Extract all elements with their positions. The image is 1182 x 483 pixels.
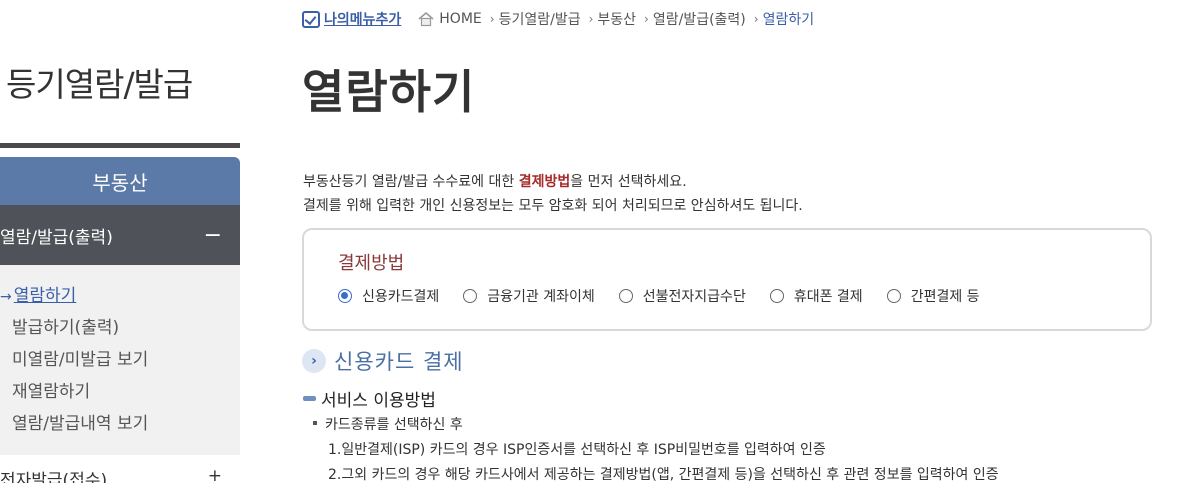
chevron-right-icon: › [644,12,649,26]
sidebar-title: 등기열람/발급 [6,65,193,104]
sidebar-category[interactable]: 부동산 [0,157,240,205]
usage-step: 1.일반결제(ISP) 카드의 경우 ISP인증서를 선택하신 후 ISP비밀번… [328,442,826,458]
payment-option-credit-card[interactable]: 신용카드결제 [338,286,439,306]
chevron-right-icon: › [588,12,594,26]
breadcrumb-current: 열람하기 [762,12,815,28]
add-my-menu-label: 나의메뉴추가 [324,12,402,28]
notice-emphasis: 결제방법 [518,174,571,190]
payment-option-easy-pay[interactable]: 간편결제 등 [886,286,980,306]
payment-option-label: 선불전자지급수단 [642,289,746,305]
checkmark-icon [302,10,320,28]
payment-notice: 부동산등기 열람/발급 수수료에 대한 결제방법을 먼저 선택하세요. 결제를 … [303,170,803,218]
payment-method-box: 결제방법 신용카드결제 금융기관 계좌이체 선불전자지급수단 휴대폰 결제 간편… [302,228,1152,331]
sidebar-item-view[interactable]: → 열람하기 [0,281,240,313]
usage-step: 2.그외 카드의 경우 해당 카드사에서 제공하는 결제방법(앱, 간편결제 등… [328,467,999,483]
payment-option-label: 신용카드결제 [362,289,440,305]
payment-option-label: 간편결제 등 [910,289,980,305]
sidebar-divider [0,143,240,148]
payment-option-prepaid[interactable]: 선불전자지급수단 [618,286,746,306]
usage-title: 서비스 이용방법 [321,391,436,411]
radio-button[interactable] [769,289,784,303]
breadcrumb: 나의메뉴추가 HOME › 등기열람/발급 › 부동산 › 열람/발급(출력) … [302,8,820,30]
chevron-right-icon: › [753,12,759,26]
section-title: 신용카드 결제 [334,350,464,374]
radio-button[interactable] [463,289,478,303]
bullet-icon [313,421,317,425]
usage-heading: 서비스 이용방법 [303,386,436,411]
sidebar-submenu-label: 열람/발급(출력) [0,227,113,248]
payment-option-label: 금융기관 계좌이체 [487,289,595,305]
breadcrumb-home[interactable]: HOME [439,11,481,27]
payment-option-bank-transfer[interactable]: 금융기관 계좌이체 [463,286,595,306]
sidebar-item-review[interactable]: 재열람하기 [0,377,240,409]
usage-intro: 카드종류를 선택하신 후 [313,414,999,438]
sidebar-item-label: 열람하기 [13,286,77,306]
payment-method-options: 신용카드결제 금융기관 계좌이체 선불전자지급수단 휴대폰 결제 간편결제 등 [338,286,1004,306]
expand-icon[interactable]: + [208,466,222,483]
sidebar-submenu-list: → 열람하기 발급하기(출력) 미열람/미발급 보기 재열람하기 열람/발급내역 … [0,265,240,455]
add-my-menu-button[interactable]: 나의메뉴추가 [302,9,401,29]
dash-icon [303,396,316,401]
section-heading: › 신용카드 결제 [302,346,464,376]
breadcrumb-view-issue[interactable]: 열람/발급(출력) [653,9,746,29]
sidebar-item-issue-print[interactable]: 발급하기(출력) [0,313,240,345]
payment-method-title: 결제방법 [338,253,405,274]
sidebar-item-e-issue[interactable]: 전자발급(접수) + [0,466,240,483]
radio-button[interactable] [338,289,352,303]
sidebar-item-label: 전자발급(접수) [0,471,108,483]
sidebar-item-unviewed[interactable]: 미열람/미발급 보기 [0,345,240,377]
notice-line-1: 부동산등기 열람/발급 수수료에 대한 결제방법을 먼저 선택하세요. [303,174,687,190]
usage-steps: 카드종류를 선택하신 후 1.일반결제(ISP) 카드의 경우 ISP인증서를 … [313,414,999,483]
notice-line-2: 결제를 위해 입력한 개인 신용정보는 모두 암호화 되어 처리되므로 안심하셔… [303,198,803,214]
home-icon [418,11,434,27]
radio-button[interactable] [618,289,633,303]
breadcrumb-real-estate[interactable]: 부동산 [597,9,636,29]
page-title: 열람하기 [302,65,476,119]
arrow-right-icon: → [0,289,12,305]
radio-button[interactable] [886,289,901,303]
breadcrumb-registry[interactable]: 등기열람/발급 [499,9,581,29]
sidebar-item-history[interactable]: 열람/발급내역 보기 [0,409,240,441]
chevron-right-circle-icon: › [302,349,326,373]
payment-option-label: 휴대폰 결제 [793,289,863,305]
sidebar-submenu-header[interactable]: 열람/발급(출력) − [0,205,240,265]
collapse-icon[interactable]: − [204,223,222,248]
payment-option-mobile[interactable]: 휴대폰 결제 [769,286,863,306]
chevron-right-icon: › [489,12,495,26]
